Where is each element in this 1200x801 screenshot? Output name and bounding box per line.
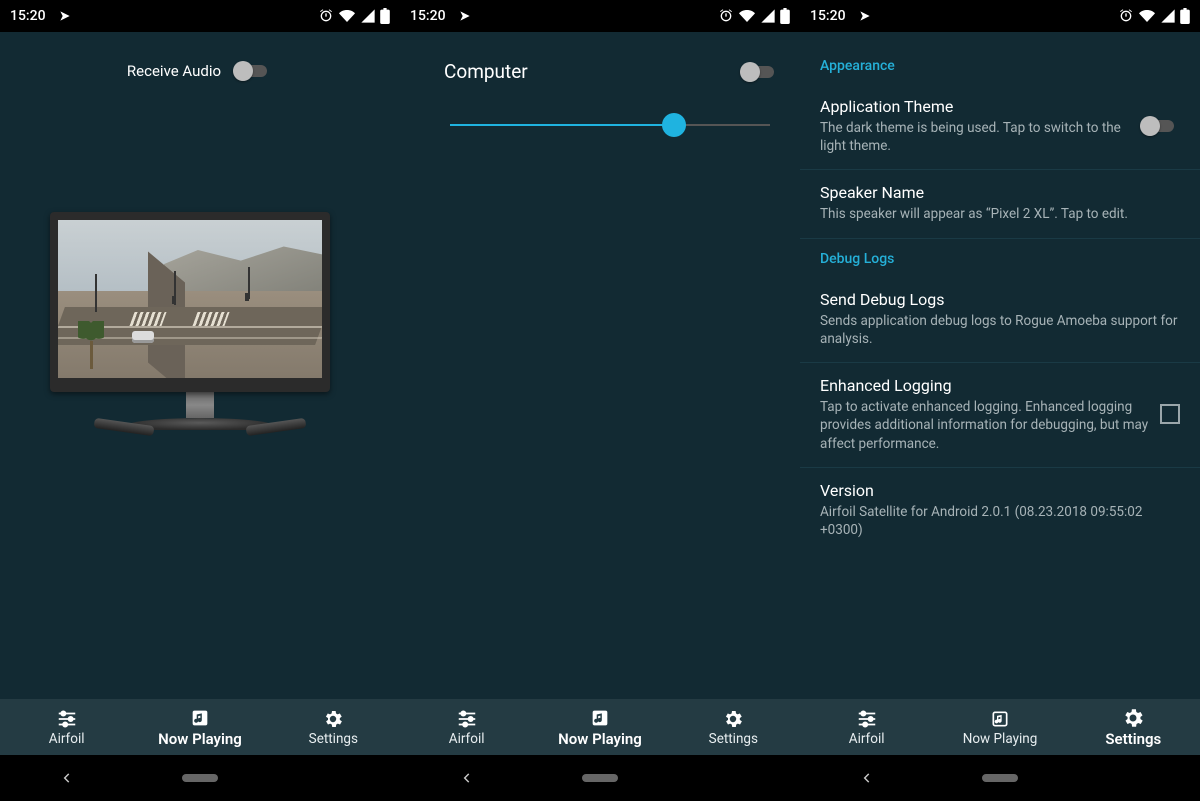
status-clock: 15:20 [10,8,46,24]
setting-subtitle: Sends application debug logs to Rogue Am… [820,312,1180,348]
recents-spacer [703,763,763,793]
android-nav-bar [400,755,800,801]
setting-title: Speaker Name [820,183,1180,202]
status-bar: 15:20 [800,0,1200,32]
home-button[interactable] [570,763,630,793]
tab-label: Settings [709,731,758,747]
setting-subtitle: Airfoil Satellite for Android 2.0.1 (08.… [820,503,1180,539]
music-note-icon [587,707,613,729]
screen-settings: 15:20 Appearance Ap [800,0,1200,801]
device-toggle[interactable] [740,61,780,83]
status-bar: 15:20 [0,0,400,32]
tab-settings[interactable]: Settings [667,699,800,755]
app-indicator-icon [458,9,472,23]
tab-now-playing[interactable]: Now Playing [533,699,666,755]
app-indicator-icon [858,9,872,23]
tab-settings[interactable]: Settings [1067,699,1200,755]
tab-settings[interactable]: Settings [267,699,400,755]
screen-now-playing: 15:20 Computer [400,0,800,801]
volume-slider[interactable] [450,113,770,137]
section-header-debug-logs: Debug Logs [800,239,1200,277]
recents-spacer [1103,763,1163,793]
gear-icon [320,708,346,730]
tab-bar: Airfoil Now Playing Settings [0,699,400,755]
setting-title: Version [820,481,1180,500]
setting-title: Application Theme [820,97,1130,116]
gear-icon [1120,707,1146,729]
tab-label: Now Playing [963,731,1038,747]
status-clock: 15:20 [810,8,846,24]
home-button[interactable] [970,763,1030,793]
setting-title: Send Debug Logs [820,290,1180,309]
back-button[interactable] [837,763,897,793]
android-nav-bar [800,755,1200,801]
tab-airfoil[interactable]: Airfoil [400,699,533,755]
setting-enhanced-logging[interactable]: Enhanced Logging Tap to activate enhance… [800,363,1200,468]
tab-bar: Airfoil Now Playing Settings [800,699,1200,755]
home-button[interactable] [170,763,230,793]
tab-now-playing[interactable]: Now Playing [133,699,266,755]
tab-label: Settings [309,731,358,747]
setting-subtitle: Tap to activate enhanced logging. Enhanc… [820,398,1150,453]
android-nav-bar [0,755,400,801]
alarm-icon [1118,8,1134,24]
battery-icon [380,8,390,24]
battery-icon [1180,8,1190,24]
tab-now-playing[interactable]: Now Playing [933,699,1066,755]
tab-label: Airfoil [449,731,485,747]
screen-airfoil: 15:20 Receive Audio [0,0,400,801]
setting-subtitle: The dark theme is being used. Tap to swi… [820,119,1130,155]
signal-icon [760,8,776,24]
setting-send-debug-logs[interactable]: Send Debug Logs Sends application debug … [800,277,1200,363]
computer-illustration [50,212,350,430]
status-bar: 15:20 [400,0,800,32]
setting-title: Enhanced Logging [820,376,1150,395]
tab-label: Airfoil [849,731,885,747]
music-note-icon [187,707,213,729]
tab-label: Airfoil [49,731,85,747]
recents-spacer [303,763,363,793]
tab-label: Now Playing [558,730,642,748]
tab-airfoil[interactable]: Airfoil [800,699,933,755]
setting-version: Version Airfoil Satellite for Android 2.… [800,468,1200,553]
gear-icon [720,708,746,730]
enhanced-logging-checkbox[interactable] [1160,404,1180,424]
wifi-icon [738,8,756,24]
tab-label: Now Playing [158,730,242,748]
back-button[interactable] [37,763,97,793]
setting-speaker-name[interactable]: Speaker Name This speaker will appear as… [800,170,1200,238]
signal-icon [1160,8,1176,24]
receive-audio-toggle[interactable] [233,60,273,82]
wifi-icon [338,8,356,24]
alarm-icon [718,8,734,24]
tab-bar: Airfoil Now Playing Settings [400,699,800,755]
receive-audio-label: Receive Audio [127,62,221,80]
setting-subtitle: This speaker will appear as “Pixel 2 XL”… [820,205,1180,223]
tab-airfoil[interactable]: Airfoil [0,699,133,755]
setting-application-theme[interactable]: Application Theme The dark theme is bein… [800,84,1200,170]
tab-label: Settings [1105,730,1161,748]
sliders-icon [54,708,80,730]
app-indicator-icon [58,9,72,23]
status-clock: 15:20 [410,8,446,24]
battery-icon [780,8,790,24]
signal-icon [360,8,376,24]
sliders-icon [854,708,880,730]
music-note-icon [987,708,1013,730]
alarm-icon [318,8,334,24]
application-theme-toggle[interactable] [1140,115,1180,137]
back-button[interactable] [437,763,497,793]
section-header-appearance: Appearance [800,46,1200,84]
wifi-icon [1138,8,1156,24]
device-name-label: Computer [440,60,528,83]
sliders-icon [454,708,480,730]
